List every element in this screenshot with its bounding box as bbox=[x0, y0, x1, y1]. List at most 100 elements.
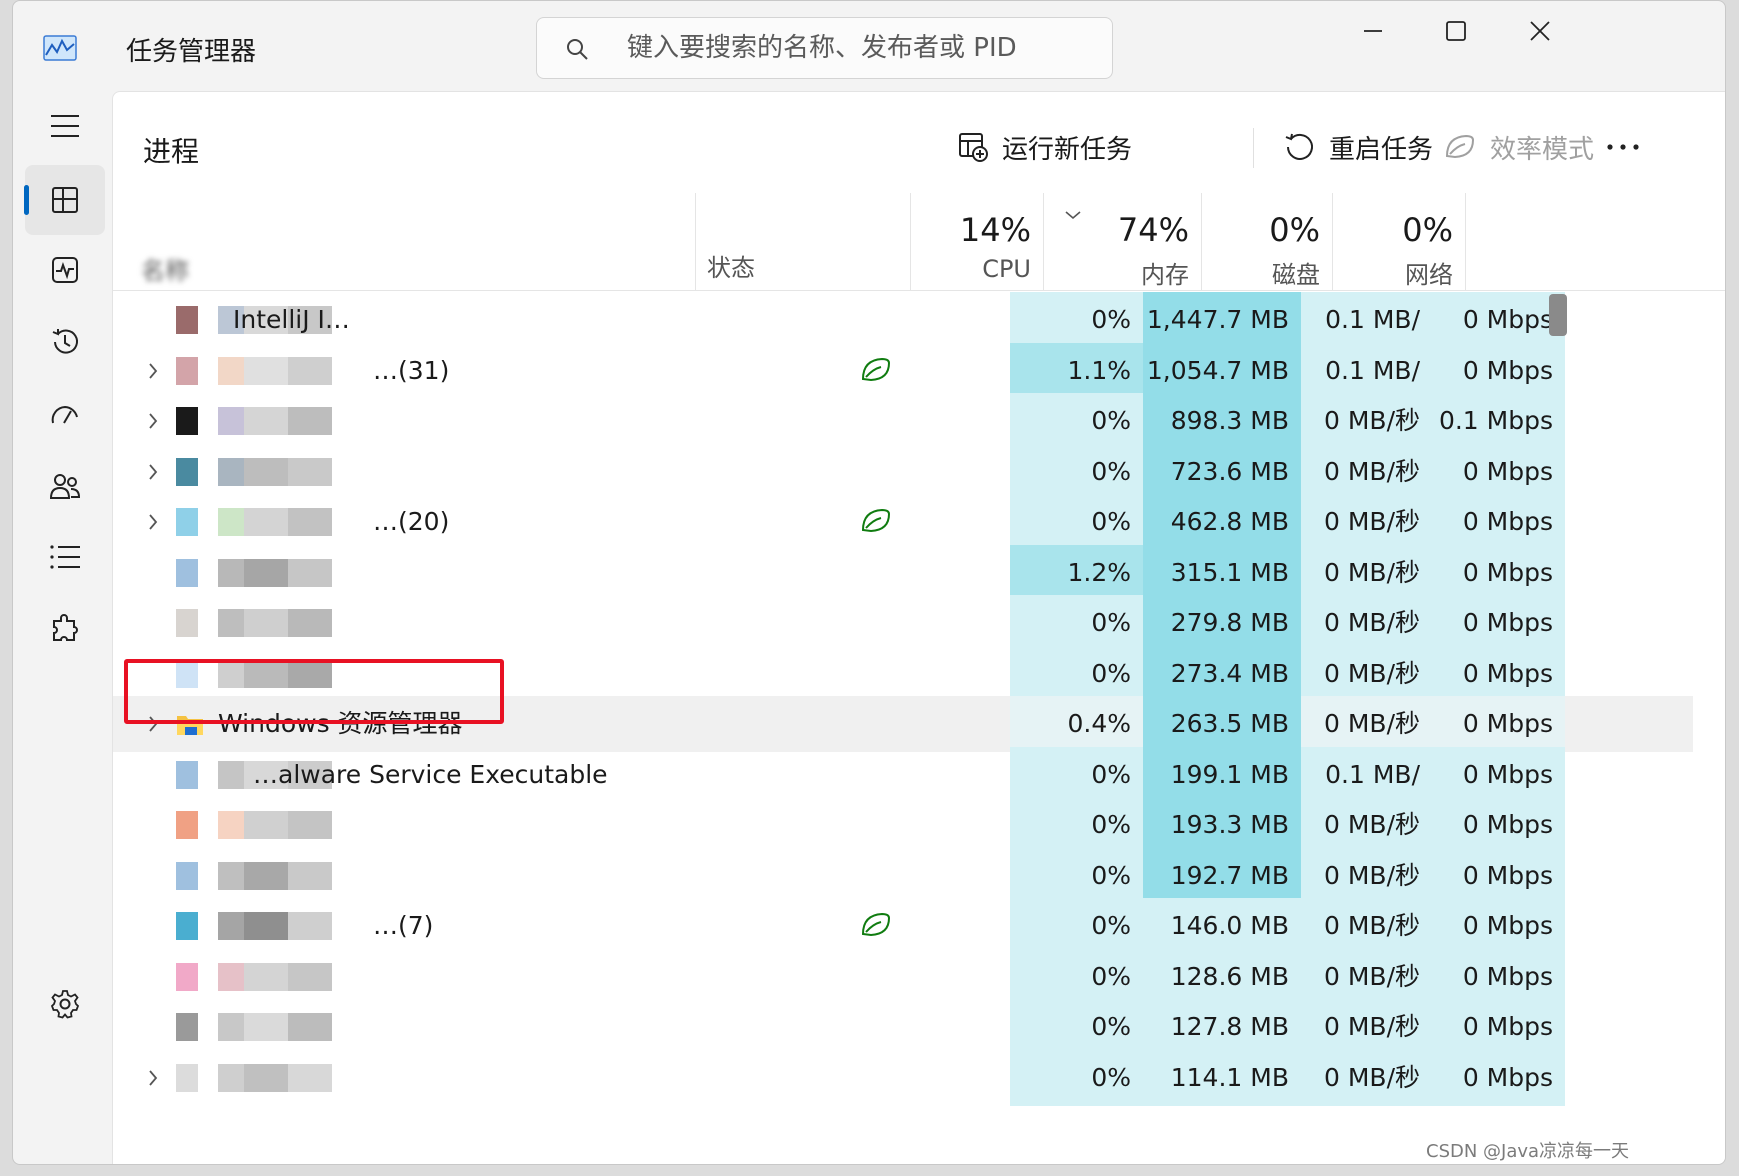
hamburger-menu-button[interactable] bbox=[25, 91, 105, 161]
network-cell: 0.1 Mbps bbox=[1432, 393, 1565, 449]
nav-startup-apps[interactable] bbox=[25, 379, 105, 449]
column-divider[interactable] bbox=[1465, 193, 1466, 290]
network-cell: 0 Mbps bbox=[1432, 1049, 1565, 1106]
startup-speedometer-icon bbox=[51, 405, 78, 424]
column-name[interactable]: 名称 bbox=[141, 251, 189, 286]
nav-users[interactable] bbox=[25, 451, 105, 521]
minimize-button[interactable] bbox=[1333, 11, 1413, 51]
process-row[interactable]: 0% 114.1 MB 0 MB/秒 0 Mbps bbox=[113, 1049, 1693, 1106]
details-list-icon bbox=[50, 545, 80, 569]
process-row[interactable]: …(20) 0% 462.8 MB 0 MB/秒 0 Mbps bbox=[113, 494, 1693, 550]
memory-cell: 199.1 MB bbox=[1143, 746, 1301, 803]
close-button[interactable] bbox=[1500, 11, 1580, 51]
navigation-rail bbox=[13, 91, 113, 1164]
scrollbar-thumb[interactable] bbox=[1549, 294, 1567, 336]
run-new-task-button[interactable]: 运行新任务 bbox=[958, 122, 1132, 172]
history-icon bbox=[52, 329, 78, 354]
redacted-mosaic bbox=[218, 1013, 244, 1041]
task-manager-window: 任务管理器 键入要搜索的名称、发布者或 PID 进程 运行新任务 重启任务 效率… bbox=[12, 0, 1726, 1165]
redacted-mosaic bbox=[218, 558, 244, 587]
cpu-cell: 0.4% bbox=[1010, 696, 1143, 752]
network-label: 网络 bbox=[1405, 261, 1453, 289]
process-row[interactable]: 0% 192.7 MB 0 MB/秒 0 Mbps bbox=[113, 847, 1693, 904]
process-row[interactable]: …(31) 1.1%1,054.7 MB0.1 MB/秒0 Mbps bbox=[113, 342, 1693, 441]
process-row[interactable]: 0% 193.3 MB 0 MB/秒 0 Mbps bbox=[113, 797, 1693, 853]
cpu-cell: 0% bbox=[1010, 292, 1143, 348]
redacted-mosaic bbox=[218, 760, 244, 789]
column-cpu[interactable]: 14% CPU bbox=[910, 193, 1031, 283]
redacted-mosaic bbox=[218, 811, 244, 839]
process-icon bbox=[176, 356, 198, 385]
nav-services[interactable] bbox=[25, 595, 105, 665]
process-row[interactable]: IntelliJ I… 0%1,447.7 MB0.1 MB/秒0 Mbps bbox=[113, 292, 1693, 390]
memory-cell: 127.8 MB bbox=[1143, 999, 1301, 1055]
nav-details[interactable] bbox=[25, 522, 105, 592]
disk-cell: 0 MB/秒 bbox=[1301, 443, 1432, 500]
column-divider[interactable] bbox=[695, 193, 696, 290]
maximize-button[interactable] bbox=[1416, 11, 1496, 51]
restart-task-button[interactable]: 重启任务 bbox=[1283, 122, 1433, 172]
column-status[interactable]: 状态 bbox=[707, 248, 755, 283]
memory-cell: 1,447.7 MB bbox=[1143, 292, 1301, 348]
process-icon bbox=[176, 508, 198, 536]
network-cell: 0 Mbps bbox=[1432, 797, 1565, 853]
nav-performance[interactable] bbox=[25, 235, 105, 305]
expand-chevron-icon[interactable] bbox=[146, 411, 160, 431]
redacted-mosaic bbox=[218, 407, 244, 435]
process-row[interactable]: …(7) 0% 146.0 MB 0 MB/秒 0 Mbps bbox=[113, 898, 1693, 954]
expand-chevron-icon[interactable] bbox=[146, 361, 160, 381]
redacted-mosaic bbox=[244, 356, 288, 385]
annotation-highlight-box bbox=[124, 659, 504, 724]
expand-chevron-icon[interactable] bbox=[146, 512, 160, 532]
process-icon bbox=[176, 306, 198, 334]
process-row[interactable]: …alware Service Executable 0% 199.1 MB 0.1 … bbox=[113, 746, 1693, 845]
services-puzzle-icon bbox=[53, 614, 78, 641]
memory-cell: 723.6 MB bbox=[1143, 443, 1301, 500]
page-title: 进程 bbox=[143, 135, 200, 168]
efficiency-mode-leaf-icon bbox=[861, 912, 891, 937]
disk-cell: 0.1 MB/秒 bbox=[1301, 292, 1432, 390]
redacted-mosaic bbox=[244, 508, 288, 536]
toolbar-separator bbox=[1253, 128, 1254, 168]
process-row[interactable]: 0% 128.6 MB 0 MB/秒 0 Mbps bbox=[113, 948, 1693, 1005]
efficiency-mode-button[interactable]: 效率模式 bbox=[1444, 122, 1594, 172]
efficiency-mode-leaf-icon bbox=[861, 357, 891, 381]
disk-label: 磁盘 bbox=[1272, 261, 1320, 289]
process-row[interactable]: 0% 279.8 MB 0 MB/秒 0 Mbps bbox=[113, 595, 1693, 651]
column-memory[interactable]: 74% 内存 bbox=[1043, 193, 1189, 290]
redacted-mosaic bbox=[288, 1013, 332, 1041]
expand-chevron-icon[interactable] bbox=[146, 462, 160, 482]
expand-chevron-icon[interactable] bbox=[146, 1068, 160, 1088]
redacted-mosaic bbox=[218, 912, 244, 940]
process-name: …(31) bbox=[373, 355, 450, 385]
more-options-button[interactable] bbox=[1606, 122, 1654, 172]
network-cell: 0 Mbps bbox=[1432, 746, 1565, 803]
performance-icon bbox=[52, 257, 78, 283]
cpu-cell: 0% bbox=[1010, 948, 1143, 1005]
settings-gear-icon bbox=[50, 990, 80, 1019]
more-ellipsis-icon bbox=[1607, 144, 1639, 150]
nav-app-history[interactable] bbox=[25, 307, 105, 377]
process-row[interactable]: 0% 723.6 MB 0 MB/秒 0 Mbps bbox=[113, 443, 1693, 500]
process-row[interactable]: 0% 127.8 MB 0 MB/秒 0 Mbps bbox=[113, 999, 1693, 1055]
redacted-mosaic bbox=[244, 1013, 288, 1041]
memory-cell: 263.5 MB bbox=[1143, 696, 1301, 752]
redacted-mosaic bbox=[244, 407, 288, 435]
search-box[interactable] bbox=[536, 17, 1113, 79]
search-input[interactable] bbox=[627, 28, 1087, 68]
nav-settings[interactable] bbox=[25, 969, 105, 1039]
memory-cell: 315.1 MB bbox=[1143, 544, 1301, 601]
memory-cell: 192.7 MB bbox=[1143, 847, 1301, 904]
disk-cell: 0 MB/秒 bbox=[1301, 797, 1432, 853]
memory-cell: 114.1 MB bbox=[1143, 1049, 1301, 1106]
process-row[interactable]: 1.2% 315.1 MB 0 MB/秒 0 Mbps bbox=[113, 544, 1693, 601]
restart-task-label: 重启任务 bbox=[1329, 134, 1434, 165]
network-cell: 0 Mbps bbox=[1432, 948, 1565, 1005]
column-network[interactable]: 0% 网络 bbox=[1332, 193, 1453, 290]
column-disk[interactable]: 0% 磁盘 bbox=[1201, 193, 1320, 290]
restart-icon bbox=[1285, 133, 1313, 160]
nav-processes[interactable] bbox=[24, 165, 105, 235]
redacted-mosaic bbox=[288, 508, 332, 536]
process-row[interactable]: 0% 898.3 MB 0 MB/秒 0.1 Mbps bbox=[113, 393, 1693, 449]
memory-cell: 462.8 MB bbox=[1143, 494, 1301, 550]
